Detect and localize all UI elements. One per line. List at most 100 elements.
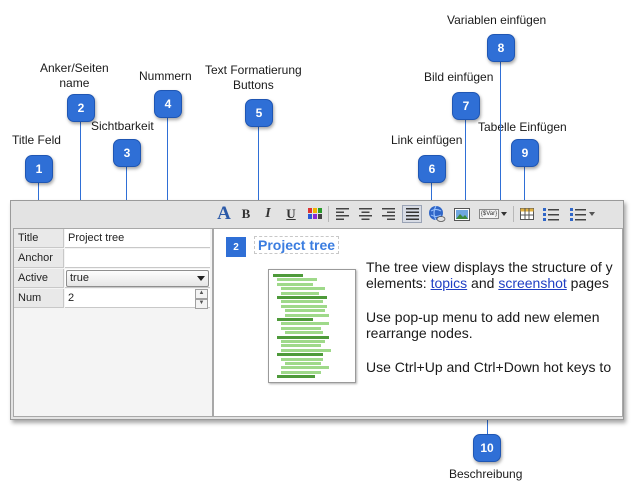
align-center-svg <box>358 208 372 220</box>
paragraph-1-text-b: and <box>467 275 499 291</box>
callout-badge-2: 2 <box>67 94 95 122</box>
anchor-field[interactable] <box>65 249 210 268</box>
font-style-glyph: A <box>217 203 231 224</box>
spin-down-icon[interactable]: ▼ <box>195 299 208 309</box>
property-row-anchor: Anchor <box>14 249 212 269</box>
tree-node-row <box>281 344 321 348</box>
active-label: Active <box>14 269 64 288</box>
tree-node-row <box>281 300 323 304</box>
align-right-icon[interactable] <box>379 205 397 223</box>
callout-label-text-format-line2: Buttons <box>233 78 274 92</box>
bullet-list-icon[interactable] <box>541 205 561 223</box>
active-select[interactable]: true <box>66 270 209 287</box>
callout-badge-10: 10 <box>473 434 501 462</box>
tree-node-row <box>281 370 321 374</box>
callout-badge-5: 5 <box>245 99 273 127</box>
tree-node-row <box>281 357 323 361</box>
bullet-list-svg <box>543 207 559 221</box>
callout-label-nummern: Nummern <box>139 69 192 83</box>
title-field[interactable]: Project tree <box>65 229 210 248</box>
paragraph-3-line-1: Use Ctrl+Up and Ctrl+Down hot keys to <box>366 359 612 375</box>
callout-label-text-format: Text Formatierung Buttons <box>205 63 302 93</box>
tree-node-row <box>281 366 329 370</box>
callout-label-title-feld: Title Feld <box>12 133 61 147</box>
property-row-title: Title Project tree <box>14 229 212 249</box>
active-select-value: true <box>70 272 89 284</box>
italic-icon[interactable]: I <box>259 205 277 223</box>
callout-badge-9: 9 <box>511 139 539 167</box>
align-left-icon[interactable] <box>333 205 351 223</box>
color-icon[interactable] <box>306 205 324 223</box>
callout-label-anker-line1: Anker/Seiten <box>40 61 109 75</box>
screenshot-link[interactable]: screenshot <box>498 275 566 291</box>
insert-link-svg <box>429 205 446 222</box>
paragraph-2-line-2: rearrange nodes. <box>366 325 473 341</box>
callout-line-8 <box>500 60 501 215</box>
callout-label-anker-line2: name <box>59 76 90 90</box>
topic-title: Project tree <box>254 236 340 254</box>
paragraph-1-text-c: pages <box>566 275 609 291</box>
insert-table-svg <box>520 208 534 220</box>
tree-node-row <box>277 318 313 321</box>
paragraph-1-text-a: elements: <box>366 275 431 291</box>
align-center-icon[interactable] <box>356 205 374 223</box>
bold-icon[interactable]: B <box>237 205 255 223</box>
paragraph-2-line-1: Use pop-up menu to add new elemen <box>366 309 600 325</box>
tree-node-row <box>281 322 329 326</box>
justify-icon[interactable] <box>402 205 422 223</box>
callout-badge-3: 3 <box>113 139 141 167</box>
justify-svg <box>405 208 419 220</box>
callout-label-text-format-line1: Text Formatierung <box>205 63 302 77</box>
tree-node-row <box>281 287 325 291</box>
variable-dropdown-icon <box>501 212 508 216</box>
property-row-active: Active true <box>14 269 212 289</box>
num-field-value: 2 <box>68 292 75 304</box>
tree-node-row <box>277 353 323 357</box>
callout-label-bild: Bild einfügen <box>424 70 494 84</box>
numbered-list-icon[interactable] <box>565 205 599 223</box>
callout-label-link: Link einfügen <box>391 133 463 147</box>
description-editor[interactable]: 2 Project tree The tree view displays th… <box>213 228 623 417</box>
num-label: Num <box>14 289 64 308</box>
callout-label-tabelle: Tabelle Einfügen <box>478 120 567 134</box>
bold-glyph: B <box>241 206 251 221</box>
properties-panel: Title Project tree Anchor Active true Nu… <box>13 228 213 417</box>
tree-node-row <box>277 296 327 299</box>
numbered-list-svg <box>569 207 586 221</box>
toolbar-separator <box>328 206 329 222</box>
tree-node-row <box>281 304 327 308</box>
underline-icon[interactable]: U <box>282 205 300 223</box>
tree-node-row <box>281 291 319 295</box>
topic-number-badge: 2 <box>226 237 246 257</box>
tree-node-row <box>285 362 321 365</box>
format-toolbar: A B I U {$Var} <box>213 203 619 226</box>
insert-link-icon[interactable] <box>426 205 448 223</box>
paragraph-1-line-1: The tree view displays the structure of … <box>366 259 613 275</box>
underline-glyph: U <box>286 206 296 221</box>
toolbar-separator <box>513 206 514 222</box>
callout-label-sichtbarkeit: Sichtbarkeit <box>91 119 154 133</box>
topics-link[interactable]: topics <box>431 275 468 291</box>
insert-image-icon[interactable] <box>452 205 472 223</box>
callout-label-anker: Anker/Seiten name <box>40 61 109 91</box>
tree-node-row <box>277 282 313 286</box>
italic-glyph: I <box>265 206 271 221</box>
tree-node-row <box>281 326 321 330</box>
font-style-icon[interactable]: A <box>215 203 233 224</box>
align-right-svg <box>381 208 395 220</box>
tree-node-row <box>277 278 317 282</box>
editor-window: Title Project tree Anchor Active true Nu… <box>10 200 624 420</box>
tree-node-row <box>281 340 325 343</box>
insert-table-icon[interactable] <box>518 205 536 223</box>
num-stepper[interactable]: ▲ ▼ <box>195 289 208 309</box>
project-tree-screenshot <box>268 269 356 383</box>
callout-badge-7: 7 <box>452 92 480 120</box>
list-dropdown-icon <box>588 212 595 216</box>
spin-up-icon[interactable]: ▲ <box>195 289 208 299</box>
tree-node-row <box>285 313 329 317</box>
insert-variable-icon[interactable]: {$Var} <box>476 205 510 223</box>
num-field[interactable]: 2 ▲ ▼ <box>65 289 210 309</box>
anchor-label: Anchor <box>14 249 64 268</box>
callout-badge-8: 8 <box>487 34 515 62</box>
callout-badge-1: 1 <box>25 155 53 183</box>
